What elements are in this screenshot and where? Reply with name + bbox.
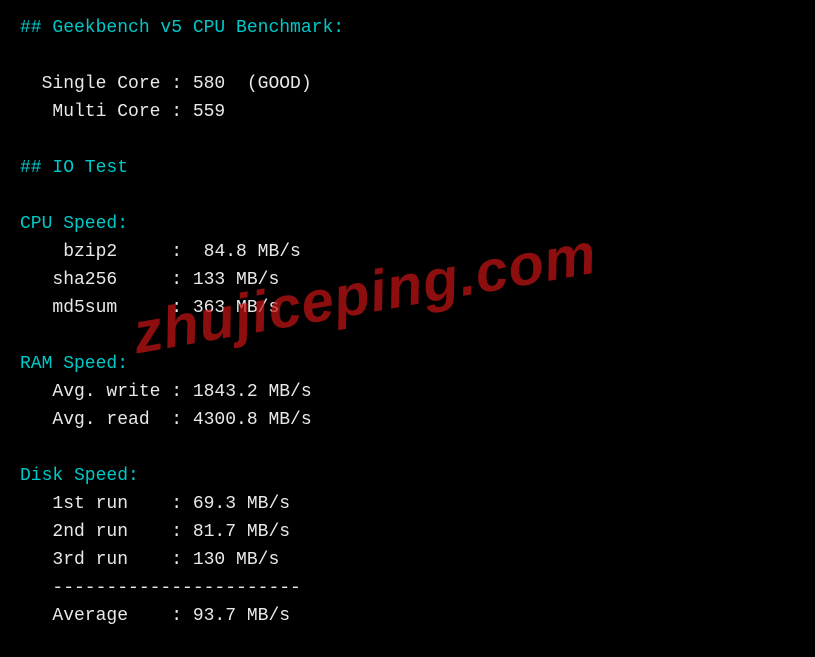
disk-run1-label: 1st run : <box>20 494 193 514</box>
disk-speed-header: Disk Speed: <box>20 462 795 490</box>
md5sum-value: 363 MB/s <box>193 298 279 318</box>
bzip2-row: bzip2 : 84.8 MB/s <box>20 238 795 266</box>
md5sum-row: md5sum : 363 MB/s <box>20 294 795 322</box>
sha256-label: sha256 : <box>20 270 193 290</box>
blank-line <box>20 434 795 462</box>
geekbench-header: ## Geekbench v5 CPU Benchmark: <box>20 14 795 42</box>
single-core-value: 580 (GOOD) <box>193 74 312 94</box>
bzip2-value: 84.8 MB/s <box>204 242 301 262</box>
disk-run3-label: 3rd run : <box>20 550 193 570</box>
sha256-row: sha256 : 133 MB/s <box>20 266 795 294</box>
ram-write-value: 1843.2 MB/s <box>193 382 312 402</box>
ram-read-row: Avg. read : 4300.8 MB/s <box>20 406 795 434</box>
disk-run3-value: 130 MB/s <box>193 550 279 570</box>
md5sum-label: md5sum : <box>20 298 193 318</box>
disk-run1-value: 69.3 MB/s <box>193 494 290 514</box>
disk-avg-value: 93.7 MB/s <box>193 606 290 626</box>
blank-line <box>20 42 795 70</box>
disk-divider: ----------------------- <box>20 574 795 602</box>
ram-read-label: Avg. read : <box>20 410 193 430</box>
disk-run3-row: 3rd run : 130 MB/s <box>20 546 795 574</box>
ram-write-label: Avg. write : <box>20 382 193 402</box>
blank-line <box>20 182 795 210</box>
io-test-header: ## IO Test <box>20 154 795 182</box>
disk-run2-row: 2nd run : 81.7 MB/s <box>20 518 795 546</box>
disk-run2-label: 2nd run : <box>20 522 193 542</box>
blank-line <box>20 126 795 154</box>
ram-speed-header: RAM Speed: <box>20 350 795 378</box>
single-core-row: Single Core : 580 (GOOD) <box>20 70 795 98</box>
single-core-label: Single Core : <box>20 74 193 94</box>
multi-core-row: Multi Core : 559 <box>20 98 795 126</box>
ram-read-value: 4300.8 MB/s <box>193 410 312 430</box>
disk-run2-value: 81.7 MB/s <box>193 522 290 542</box>
multi-core-value: 559 <box>193 102 225 122</box>
disk-avg-row: Average : 93.7 MB/s <box>20 602 795 630</box>
multi-core-label: Multi Core : <box>20 102 193 122</box>
disk-run1-row: 1st run : 69.3 MB/s <box>20 490 795 518</box>
ram-write-row: Avg. write : 1843.2 MB/s <box>20 378 795 406</box>
disk-avg-label: Average : <box>20 606 193 626</box>
sha256-value: 133 MB/s <box>193 270 279 290</box>
bzip2-label: bzip2 : <box>20 242 204 262</box>
cpu-speed-header: CPU Speed: <box>20 210 795 238</box>
blank-line <box>20 322 795 350</box>
